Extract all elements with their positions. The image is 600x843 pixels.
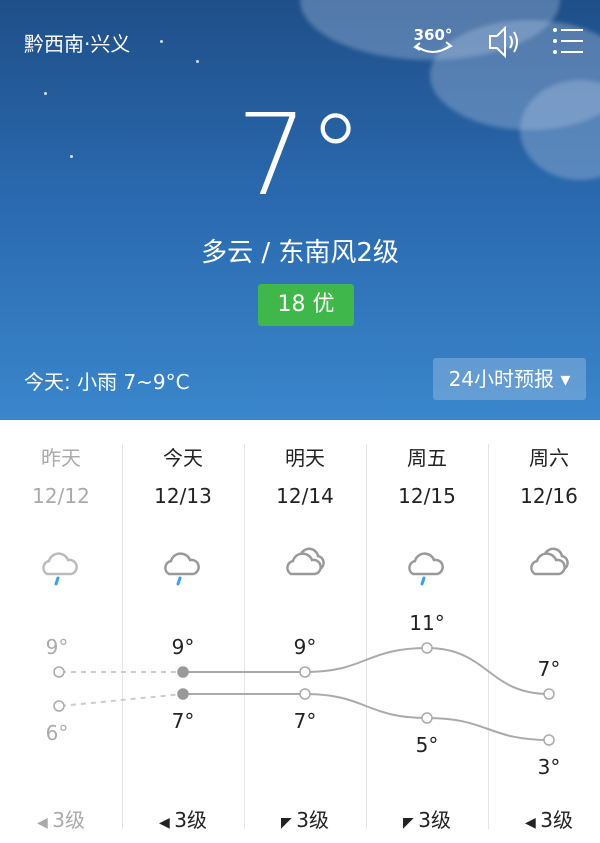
- wind-level: ◀ 3级: [0, 804, 122, 833]
- low-temp-point: [299, 688, 311, 700]
- 360-view-icon[interactable]: 360°: [410, 22, 456, 66]
- day-name: 周六: [529, 446, 569, 470]
- speaker-icon[interactable]: [486, 22, 522, 66]
- day-date: 12/13: [154, 484, 212, 508]
- low-temp-point: [53, 700, 65, 712]
- daily-forecast: 昨天 12/12 ◀ 3级 今天 12/13 ◀ 3级 明天 12/14 ◤ 3级 周五 12/15…: [0, 420, 600, 843]
- day-column[interactable]: 今天 12/13: [122, 442, 244, 508]
- low-temp-point: [177, 688, 189, 700]
- high-temp-point: [53, 666, 65, 678]
- city-name[interactable]: 黔西南·兴义: [24, 28, 130, 57]
- high-temp-point: [299, 666, 311, 678]
- day-name: 昨天: [41, 446, 81, 470]
- low-temp-label: 3°: [538, 755, 561, 779]
- low-temp-label: 7°: [294, 709, 317, 733]
- wind-direction-icon: ◤: [403, 815, 419, 831]
- high-temp-point: [177, 666, 189, 678]
- wind-level-label: 3级: [296, 808, 329, 832]
- day-column[interactable]: 昨天 12/12: [0, 442, 122, 508]
- cloudy-icon: [525, 542, 573, 586]
- wind-level: ◤ 3级: [244, 804, 366, 833]
- light-rain-icon: [37, 542, 85, 586]
- day-name: 今天: [163, 446, 203, 470]
- wind-direction-icon: ◤: [281, 815, 297, 831]
- day-date: 12/12: [32, 484, 90, 508]
- high-temp-label: 11°: [409, 611, 444, 635]
- light-rain-icon: [403, 542, 451, 586]
- day-column[interactable]: 周五 12/15: [366, 442, 488, 508]
- high-temp-line: [183, 646, 550, 695]
- wind-level-label: 3级: [540, 808, 573, 832]
- low-temp-line: [183, 693, 550, 741]
- wind-level: ◀ 3级: [122, 804, 244, 833]
- today-summary: 今天: 小雨 7~9°C: [24, 370, 190, 394]
- high-temp-label: 9°: [46, 635, 69, 659]
- high-temp-point: [543, 688, 555, 700]
- wind-direction-icon: ◀: [525, 815, 541, 831]
- high-temp-label: 9°: [172, 635, 195, 659]
- current-temperature: 7°: [236, 91, 364, 221]
- menu-icon[interactable]: [550, 22, 586, 66]
- wind-level: ◤ 3级: [366, 804, 488, 833]
- day-column[interactable]: 周六 12/16: [488, 442, 600, 508]
- low-temp-point: [421, 712, 433, 724]
- wind-direction-icon: ◀: [37, 815, 53, 831]
- wind-direction-icon: ◀: [159, 815, 175, 831]
- star-decoration: [196, 60, 199, 63]
- star-decoration: [44, 92, 47, 95]
- low-temp-label: 7°: [172, 709, 195, 733]
- aqi-badge[interactable]: 18 优: [258, 284, 354, 326]
- temperature-chart: 9° 6° 9° 7° 9° 7° 11° 5° 7° 3°: [46, 611, 561, 779]
- high-temp-label: 9°: [294, 635, 317, 659]
- current-weather-panel: 黔西南·兴义 360° 7° 多云 / 东南风2级 18 优 今天: 小雨 7~…: [0, 0, 600, 420]
- low-temp-point: [543, 734, 555, 746]
- star-decoration: [160, 40, 163, 43]
- low-temp-past-line: [60, 693, 184, 707]
- day-date: 12/16: [520, 484, 578, 508]
- low-temp-label: 6°: [46, 721, 69, 745]
- current-condition: 多云 / 东南风2级: [201, 238, 399, 268]
- cloudy-icon: [281, 542, 329, 586]
- wind-level: ◀ 3级: [488, 804, 600, 833]
- wind-level-label: 3级: [174, 808, 207, 832]
- hourly-forecast-button[interactable]: 24小时预报 ▾: [433, 358, 586, 400]
- day-name: 周五: [407, 446, 447, 470]
- low-temp-label: 5°: [416, 733, 439, 757]
- high-temp-label: 7°: [538, 657, 561, 681]
- wind-level-label: 3级: [418, 808, 451, 832]
- day-name: 明天: [285, 446, 325, 470]
- light-rain-icon: [159, 542, 207, 586]
- high-temp-point: [421, 642, 433, 654]
- day-date: 12/14: [276, 484, 334, 508]
- wind-level-label: 3级: [52, 808, 85, 832]
- day-date: 12/15: [398, 484, 456, 508]
- day-column[interactable]: 明天 12/14: [244, 442, 366, 508]
